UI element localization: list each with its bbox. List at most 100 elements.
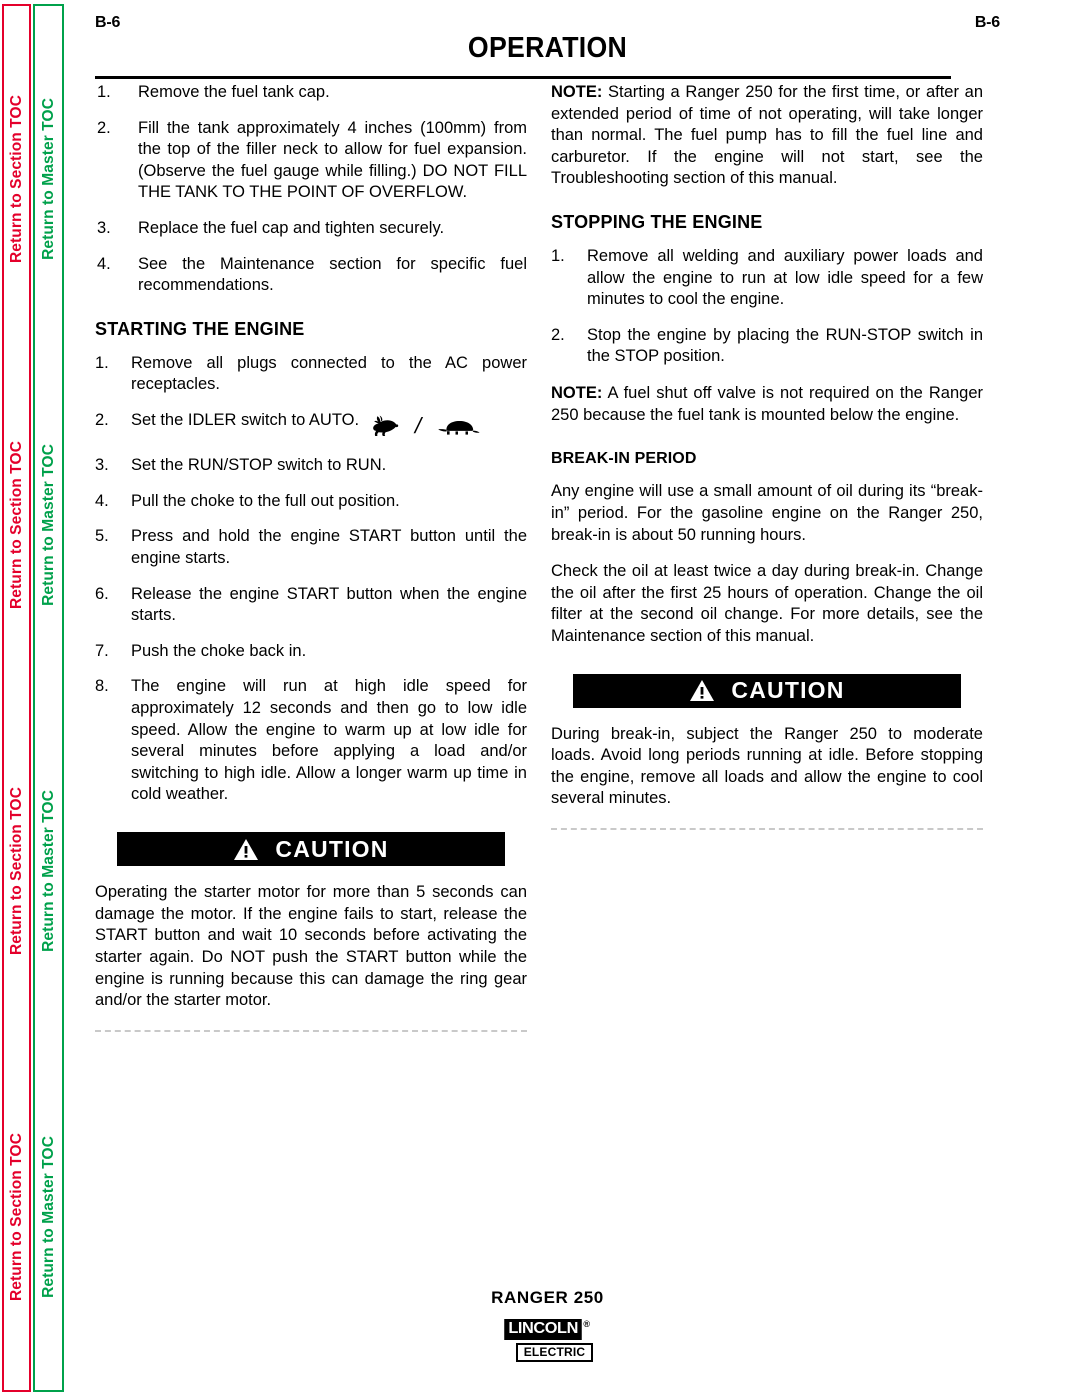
list-item: 4. Pull the choke to the full out positi… — [95, 491, 527, 513]
logo-bottom-row: ELECTRIC — [496, 1342, 600, 1363]
step-text: Pull the choke to the full out position. — [131, 491, 400, 510]
list-item: 2. Stop the engine by placing the RUN-ST… — [551, 325, 983, 368]
registered-trademark-icon: ® — [583, 1319, 590, 1329]
list-item: 1. Remove all welding and auxiliary powe… — [551, 246, 983, 311]
logo-top-row: LINCOLN ® — [496, 1319, 600, 1341]
caution-banner: CAUTION — [117, 832, 505, 867]
stopping-steps-list: 1. Remove all welding and auxiliary powe… — [551, 246, 983, 368]
page-title: OPERATION — [467, 32, 628, 64]
return-to-master-toc-label-4[interactable]: Return to Master TOC — [40, 1136, 57, 1298]
list-item: 1. Remove the fuel tank cap. — [95, 82, 527, 104]
right-column: NOTE: Starting a Ranger 250 for the firs… — [551, 82, 983, 1032]
step-text: Remove all welding and auxiliary power l… — [587, 247, 983, 309]
return-to-master-toc-label-2[interactable]: Return to Master TOC — [40, 444, 57, 606]
warning-triangle-icon — [689, 679, 715, 702]
step-number: 6. — [95, 584, 109, 603]
step-number: 7. — [95, 641, 109, 660]
stopping-the-engine-heading: STOPPING THE ENGINE — [551, 212, 763, 233]
dashed-separator — [95, 1029, 527, 1032]
break-in-paragraph-1: Any engine will use a small amount of oi… — [551, 482, 983, 544]
break-in-period-heading: BREAK-IN PERIOD — [551, 450, 697, 468]
return-to-section-toc-label-1[interactable]: Return to Section TOC — [8, 95, 25, 263]
note-label: NOTE: — [551, 83, 603, 101]
dashed-separator — [551, 828, 983, 831]
list-item: 1. Remove all plugs connected to the AC … — [95, 353, 527, 396]
list-item: 7. Push the choke back in. — [95, 641, 527, 663]
step-number: 2. — [95, 411, 109, 430]
page-header: B-6 B-6 OPERATION — [95, 14, 1000, 79]
return-to-section-toc-label-3[interactable]: Return to Section TOC — [8, 787, 25, 955]
step-number: 1. — [95, 353, 109, 372]
warning-triangle-icon — [233, 838, 259, 861]
list-item: 5. Press and hold the engine START butto… — [95, 526, 527, 569]
caution-body-text: During break-in, subject the Ranger 250 … — [551, 724, 983, 808]
logo-lincoln-text: LINCOLN — [504, 1319, 583, 1341]
step-text: Set the RUN/STOP switch to RUN. — [131, 456, 387, 475]
step-number: 8. — [95, 677, 109, 696]
list-item: 2. Set the IDLER switch to AUTO. / — [95, 410, 527, 441]
step-text: Remove all plugs connected to the AC pow… — [131, 353, 527, 394]
left-column: 1. Remove the fuel tank cap. 2. Fill the… — [95, 82, 527, 1032]
step-text: Fill the tank approximately 4 inches (10… — [138, 118, 527, 202]
step-number: 3. — [95, 456, 109, 475]
step-text: Replace the fuel cap and tighten securel… — [138, 219, 445, 238]
idler-speed-icons: / — [368, 412, 485, 441]
step-number: 2. — [551, 325, 565, 344]
note-fuel-paragraph: NOTE: A fuel shut off valve is not requi… — [551, 383, 983, 426]
page-footer: RANGER 250 LINCOLN ® ELECTRIC — [95, 1288, 1000, 1363]
caution-banner: CAUTION — [573, 673, 961, 708]
step-text: Press and hold the engine START button u… — [131, 527, 527, 567]
list-item: 4. See the Maintenance section for speci… — [95, 254, 527, 297]
page-number-left: B-6 — [95, 14, 121, 31]
step-text: Set the IDLER switch to AUTO. — [131, 411, 360, 430]
two-column-layout: 1. Remove the fuel tank cap. 2. Fill the… — [95, 82, 1000, 1032]
list-item: 3. Replace the fuel cap and tighten secu… — [95, 218, 527, 240]
return-to-master-toc-label-3[interactable]: Return to Master TOC — [40, 790, 57, 952]
return-to-section-toc-label-4[interactable]: Return to Section TOC — [8, 1133, 25, 1301]
note-starting-paragraph: NOTE: Starting a Ranger 250 for the firs… — [551, 82, 983, 190]
toc-sidebar: Return to Section TOC Return to Section … — [2, 4, 64, 1392]
caution-block-left: CAUTION Operating the starter motor for … — [95, 832, 527, 1032]
step-number: 3. — [97, 219, 111, 238]
list-item: 3. Set the RUN/STOP switch to RUN. — [95, 455, 527, 477]
product-model-name: RANGER 250 — [491, 1288, 604, 1307]
note-label: NOTE: — [551, 384, 603, 403]
list-item: 2. Fill the tank approximately 4 inches … — [95, 118, 527, 204]
step-text: Release the engine START button when the… — [131, 584, 527, 625]
return-to-master-toc-tab[interactable]: Return to Master TOC Return to Master TO… — [33, 4, 64, 1392]
return-to-master-toc-label-1[interactable]: Return to Master TOC — [40, 98, 57, 260]
note-text: Starting a Ranger 250 for the first time… — [551, 83, 983, 188]
starting-the-engine-heading: STARTING THE ENGINE — [95, 318, 305, 339]
list-item: 8. The engine will run at high idle spee… — [95, 676, 527, 806]
page-number-right: B-6 — [974, 14, 1000, 31]
page-content: B-6 B-6 OPERATION 1. Remove the fuel tan… — [95, 0, 1000, 1397]
caution-label: CAUTION — [275, 835, 389, 862]
header-rule — [95, 76, 951, 79]
step-text: Push the choke back in. — [131, 641, 307, 660]
break-in-paragraph-2: Check the oil at least twice a day durin… — [551, 562, 983, 645]
caution-body-text: Operating the starter motor for more tha… — [95, 883, 527, 1010]
turtle-icon — [435, 417, 485, 435]
list-item: 6. Release the engine START button when … — [95, 584, 527, 627]
step-text: See the Maintenance section for specific… — [138, 254, 527, 295]
step-text: Remove the fuel tank cap. — [138, 83, 330, 101]
step-number: 4. — [95, 491, 109, 510]
step-text: The engine will run at high idle speed f… — [131, 677, 527, 804]
lincoln-electric-logo: LINCOLN ® ELECTRIC — [496, 1319, 600, 1363]
step-text: Stop the engine by placing the RUN-STOP … — [587, 325, 983, 366]
starting-steps-list: 1. Remove all plugs connected to the AC … — [95, 353, 527, 806]
step-number: 4. — [97, 254, 111, 273]
caution-label: CAUTION — [731, 677, 845, 704]
return-to-section-toc-tab[interactable]: Return to Section TOC Return to Section … — [2, 4, 31, 1392]
step-number: 1. — [551, 247, 565, 266]
logo-electric-text: ELECTRIC — [515, 1343, 594, 1363]
note-text: A fuel shut off valve is not required on… — [551, 384, 983, 424]
icon-separator: / — [412, 413, 425, 439]
rabbit-icon — [368, 415, 407, 436]
caution-block-right: CAUTION During break-in, subject the Ran… — [551, 673, 983, 831]
return-to-section-toc-label-2[interactable]: Return to Section TOC — [8, 441, 25, 609]
step-number: 1. — [97, 83, 111, 101]
step-number: 2. — [97, 118, 111, 137]
step-number: 5. — [95, 527, 109, 546]
fueling-steps-list: 1. Remove the fuel tank cap. 2. Fill the… — [95, 82, 527, 297]
